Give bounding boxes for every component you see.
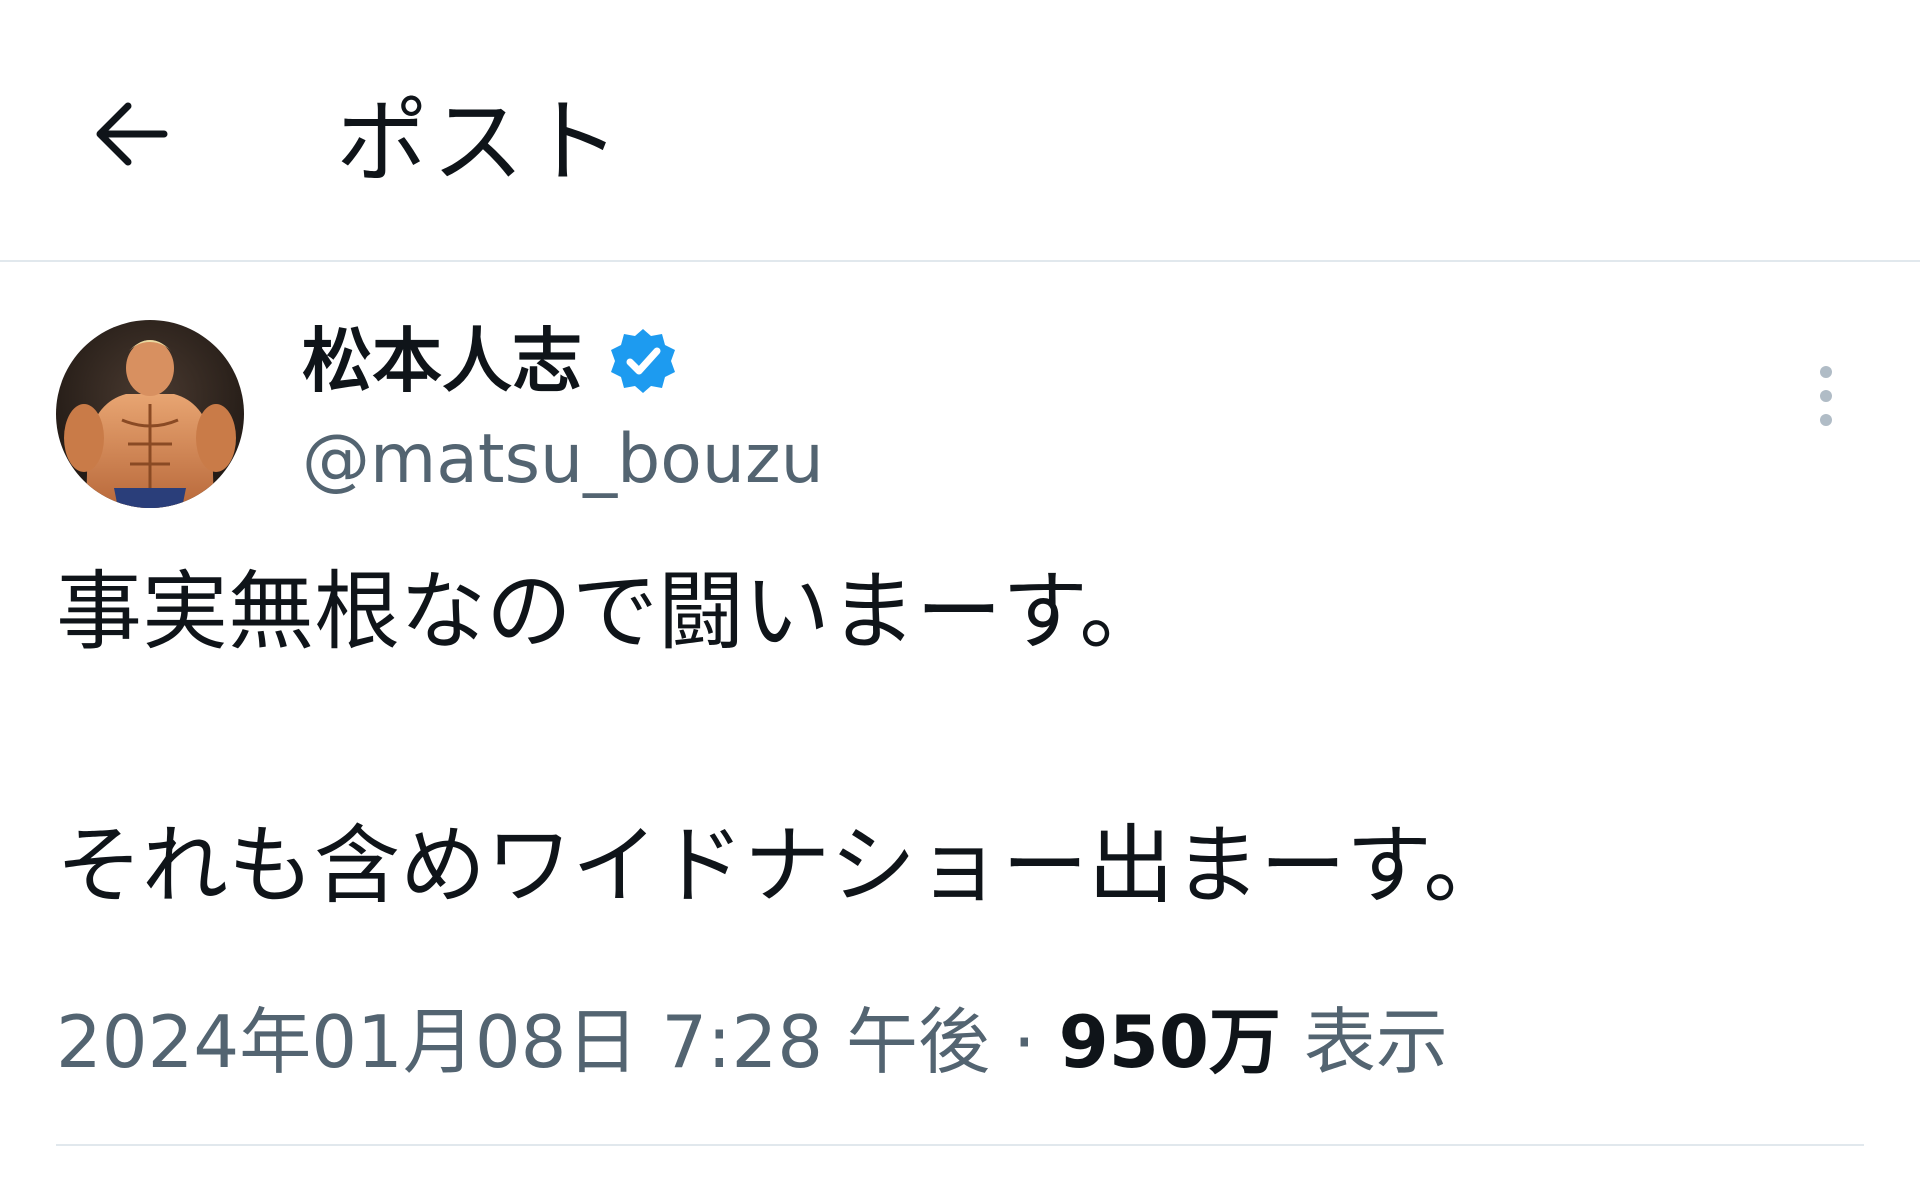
more-options-button[interactable] <box>1786 356 1866 436</box>
user-handle[interactable]: @matsu_bouzu <box>302 418 824 502</box>
display-name[interactable]: 松本人志 <box>302 318 582 404</box>
more-vertical-icon <box>1820 366 1832 426</box>
post-text-line-1: 事実無根なので闘いまーす。 <box>56 562 1166 662</box>
post-date[interactable]: 2024年01月08日 <box>56 1000 638 1084</box>
views-label: 表示 <box>1303 1000 1448 1084</box>
author-name-row: 松本人志 <box>302 318 678 404</box>
views-count: 950万 <box>1058 1000 1281 1084</box>
page-title: ポスト <box>336 89 625 196</box>
verified-badge-icon <box>611 329 675 393</box>
meta-separator: · <box>1012 1000 1036 1084</box>
post-time[interactable]: 7:28 午後 <box>661 1000 990 1084</box>
top-bar: ポスト <box>0 0 1920 262</box>
avatar-image <box>56 320 244 508</box>
post-meta: 2024年01月08日 7:28 午後 · 950万 表示 <box>56 996 1448 1088</box>
avatar[interactable] <box>56 320 244 508</box>
arrow-left-icon <box>96 102 168 166</box>
divider <box>56 1144 1864 1146</box>
back-button[interactable] <box>80 84 180 184</box>
post-text-line-2: それも含めワイドナショー出まーす。 <box>56 816 1510 916</box>
